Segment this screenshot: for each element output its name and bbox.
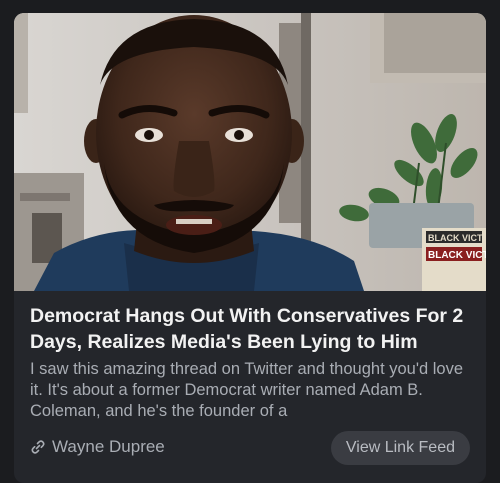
book-title-line1: BLACK VICTI (428, 233, 485, 243)
article-excerpt: I saw this amazing thread on Twitter and… (30, 360, 464, 420)
article-thumbnail[interactable]: BLACK VICTI BLACK VICTO (14, 13, 486, 291)
article-source[interactable]: Wayne Dupree (30, 437, 165, 457)
book-title-line2: BLACK VICTO (428, 250, 486, 261)
link-icon (30, 439, 46, 455)
view-link-feed-button[interactable]: View Link Feed (330, 431, 470, 465)
author-name[interactable]: Wayne Dupree (52, 437, 165, 457)
article-headline[interactable]: Democrat Hangs Out With Conservatives Fo… (30, 303, 478, 355)
article-card[interactable]: BLACK VICTI BLACK VICTO (14, 13, 486, 483)
card-footer: Wayne Dupree View Link Feed (30, 431, 470, 465)
